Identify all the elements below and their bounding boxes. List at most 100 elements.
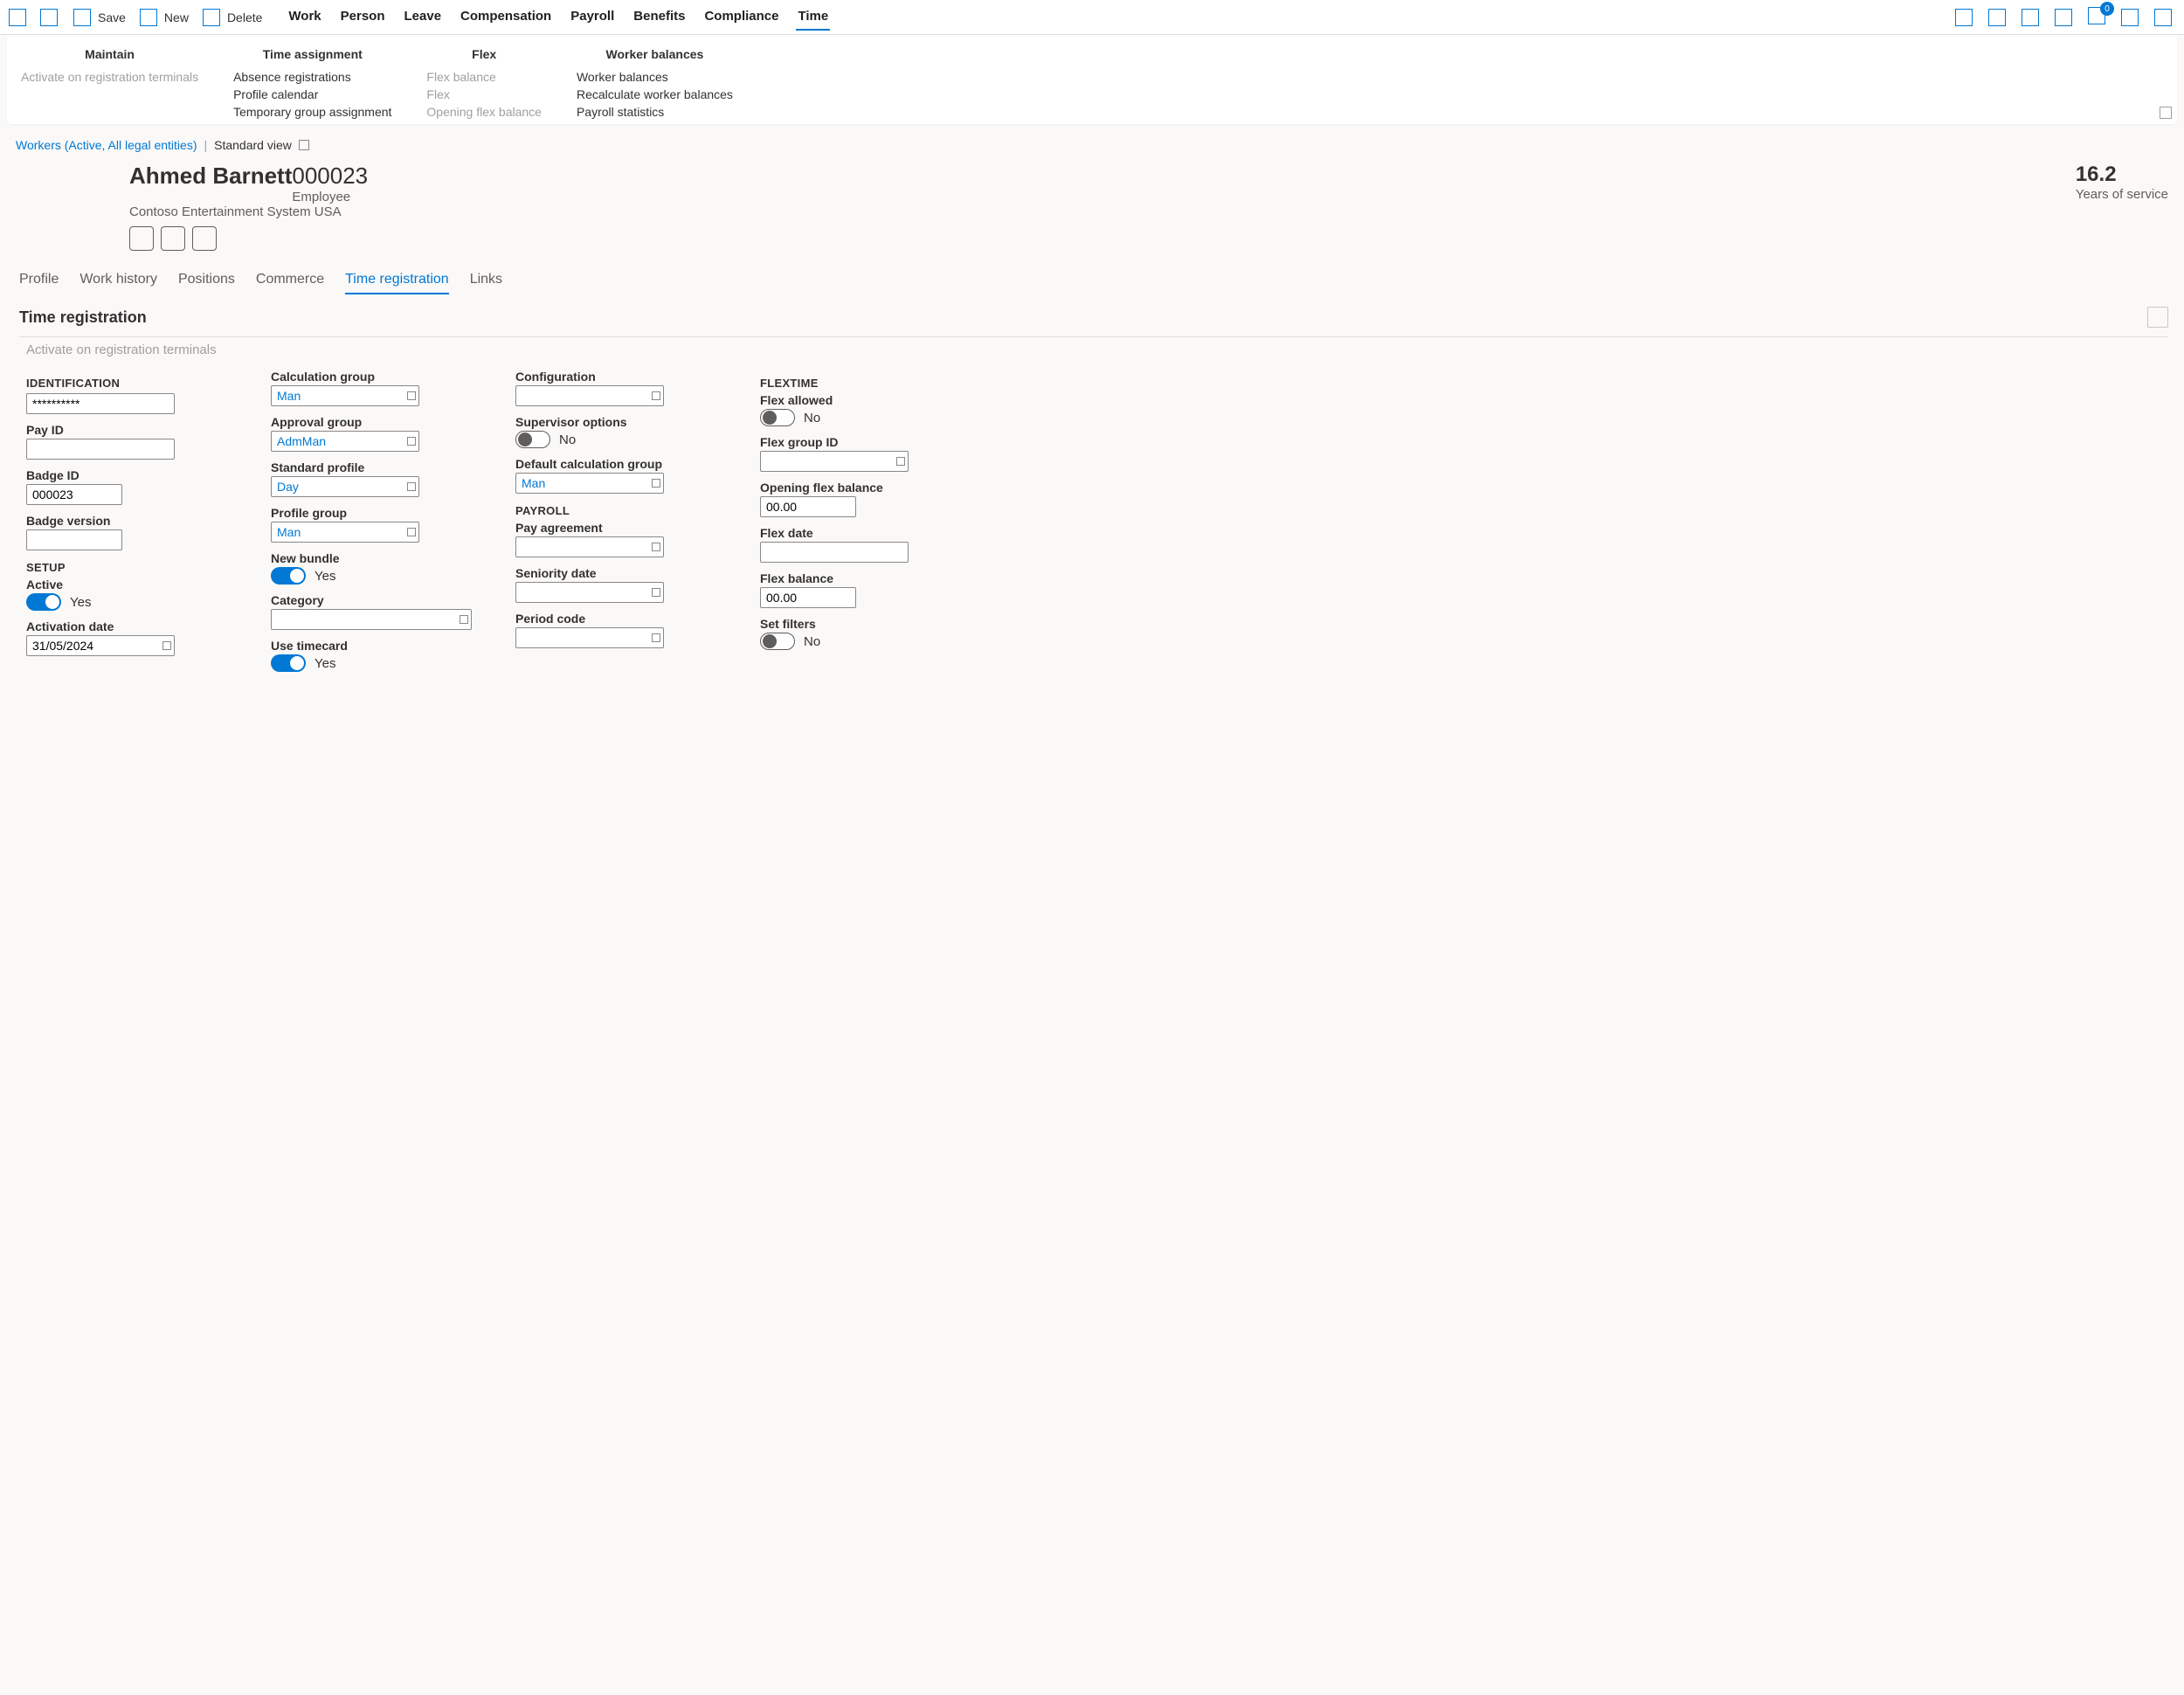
pay-id-label: Pay ID [26,423,236,437]
use-timecard-toggle[interactable] [271,654,306,672]
years-of-service-label: Years of service [2076,187,2168,202]
collapse-button[interactable] [2147,307,2168,328]
new-button[interactable]: New [138,5,190,30]
badge-version-input[interactable] [26,529,122,550]
nav-tab-time[interactable]: Time [796,3,830,31]
seniority-date-label: Seniority date [515,566,725,580]
view-selector[interactable]: Standard view [214,138,292,152]
calendar-icon[interactable] [162,641,171,650]
ribbon-group-title: Worker balances [577,47,733,61]
set-filters-value: No [804,634,820,649]
address-chip[interactable] [192,226,217,251]
nav-tab-work[interactable]: Work [287,3,322,31]
activate-terminals-link: Activate on registration terminals [0,337,2184,366]
worker-role: Employee [129,190,350,204]
ribbon-group-maintain: Maintain Activate on registration termina… [21,44,198,121]
worker-header: Ahmed Barnett000023 Employee Contoso Ent… [0,159,2184,266]
calculation-group-input[interactable] [271,385,419,406]
options-icon[interactable] [2022,9,2039,26]
detail-tab-profile[interactable]: Profile [19,266,59,294]
save-icon [73,9,91,26]
pay-id-input[interactable] [26,439,175,460]
detail-tab-links[interactable]: Links [470,266,502,294]
nav-tab-compensation[interactable]: Compensation [459,3,553,31]
help-icon[interactable] [2121,9,2139,26]
setup-heading: SETUP [26,561,236,574]
save-button[interactable]: Save [72,5,128,30]
detail-tabs: Profile Work history Positions Commerce Time… [0,266,2184,294]
edit-icon[interactable] [9,9,26,26]
nav-tab-person[interactable]: Person [339,3,387,31]
ribbon-item-profile-calendar[interactable]: Profile calendar [233,86,391,103]
breadcrumb-link[interactable]: Workers (Active, All legal entities) [16,138,197,152]
configuration-input[interactable] [515,385,664,406]
active-toggle[interactable] [26,593,61,611]
supervisor-options-toggle[interactable] [515,431,550,448]
ribbon-item-absence-registrations[interactable]: Absence registrations [233,68,391,86]
ribbon-group-title: Maintain [21,47,198,61]
col-setup-groups: Calculation group Approval group Standar… [271,366,480,681]
ribbon-group-title: Time assignment [233,47,391,61]
approval-group-label: Approval group [271,415,480,429]
ribbon-group-worker-balances: Worker balancesWorker balancesRecalculat… [577,44,733,121]
nav-tab-leave[interactable]: Leave [403,3,444,31]
flextime-heading: FLEXTIME [760,377,970,390]
ribbon-item-worker-balances[interactable]: Worker balances [577,68,733,86]
new-bundle-toggle[interactable] [271,567,306,585]
identification-field[interactable] [26,393,175,414]
badge-id-input[interactable] [26,484,122,505]
back-icon[interactable] [40,9,58,26]
breadcrumb-row: Workers (Active, All legal entities) | S… [0,131,2184,159]
close-icon[interactable] [2154,9,2172,26]
breadcrumb-sep: | [204,138,207,152]
identification-heading: IDENTIFICATION [26,377,236,390]
phone-chip[interactable] [161,226,185,251]
active-label: Active [26,578,236,592]
email-chip[interactable] [129,226,154,251]
approval-group-input[interactable] [271,431,419,452]
ribbon-item-activate-on-registration-terminals: Activate on registration terminals [21,68,198,86]
flex-balance-input [760,587,856,608]
nav-tab-payroll[interactable]: Payroll [569,3,616,31]
pay-agreement-label: Pay agreement [515,521,725,535]
standard-profile-input[interactable] [271,476,419,497]
col-identification: IDENTIFICATION Pay ID Badge ID Badge ver… [26,366,236,681]
col-config-payroll: Configuration Supervisor options No Defa… [515,366,725,681]
flex-allowed-toggle[interactable] [760,409,795,426]
ribbon-group-flex: FlexFlex balanceFlexOpening flex balance [426,44,542,121]
refresh-icon[interactable] [1988,9,2006,26]
attach-icon[interactable] [1955,9,1973,26]
nav-tab-benefits[interactable]: Benefits [632,3,687,31]
badge-version-label: Badge version [26,514,236,528]
ribbon-item-payroll-statistics[interactable]: Payroll statistics [577,103,733,121]
ribbon-item-recalculate-worker-balances[interactable]: Recalculate worker balances [577,86,733,103]
detail-tab-work-history[interactable]: Work history [79,266,157,294]
new-icon [140,9,157,26]
detail-tab-commerce[interactable]: Commerce [256,266,324,294]
period-code-label: Period code [515,612,725,626]
category-input[interactable] [271,609,472,630]
filter-icon[interactable] [2055,9,2072,26]
flex-group-id-input[interactable] [760,451,909,472]
view-dropdown-icon[interactable] [299,140,309,150]
ribbon-item-temporary-group-assignment[interactable]: Temporary group assignment [233,103,391,121]
profile-group-input[interactable] [271,522,419,543]
seniority-date-input[interactable] [515,582,664,603]
pin-icon[interactable] [2160,107,2172,119]
detail-tab-positions[interactable]: Positions [178,266,235,294]
pay-agreement-input[interactable] [515,536,664,557]
use-timecard-label: Use timecard [271,639,480,653]
personnel-number: 000023 [292,163,368,189]
default-calc-group-input[interactable] [515,473,664,494]
activation-date-input[interactable] [26,635,175,656]
detail-tab-time-registration[interactable]: Time registration [345,266,449,294]
set-filters-toggle[interactable] [760,633,795,650]
notifications-button[interactable]: 0 [2088,7,2109,27]
new-bundle-value: Yes [314,569,335,584]
section-header: Time registration [0,294,2184,331]
active-value: Yes [70,595,91,610]
nav-tab-compliance[interactable]: Compliance [702,3,780,31]
period-code-input[interactable] [515,627,664,648]
delete-button[interactable]: Delete [201,5,264,30]
ribbon-group-time-assignment: Time assignment Absence registrationsProf… [233,44,391,121]
